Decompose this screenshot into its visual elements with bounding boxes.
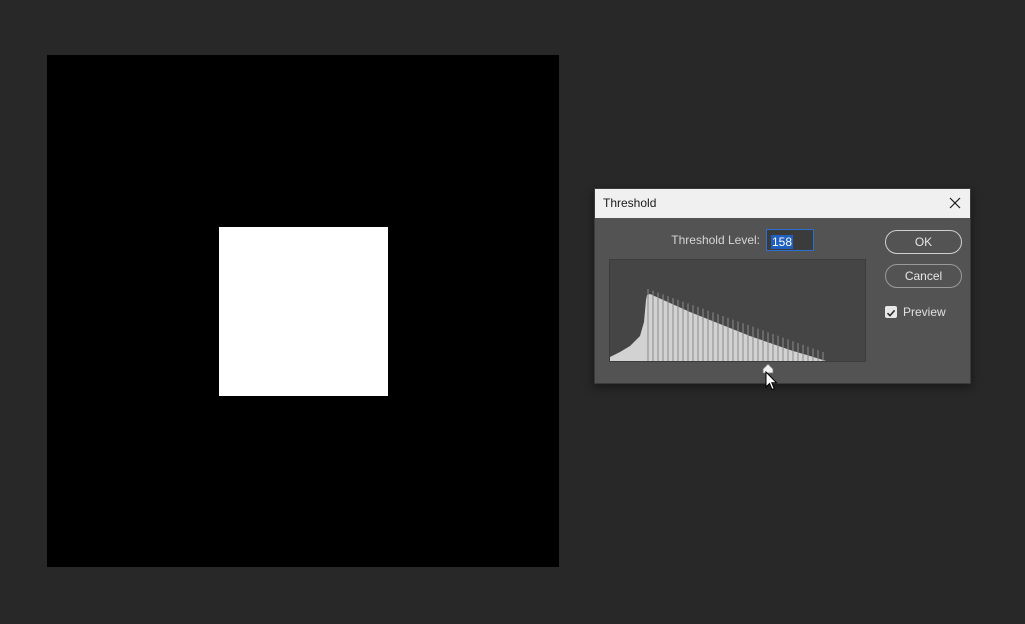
- checkmark-icon: [886, 309, 896, 317]
- dialog-title: Threshold: [603, 196, 657, 210]
- cancel-button[interactable]: Cancel: [885, 264, 962, 288]
- ok-button[interactable]: OK: [885, 230, 962, 254]
- preview-checkbox[interactable]: [885, 306, 897, 318]
- threshold-level-label: Threshold Level:: [671, 233, 760, 247]
- close-icon: [949, 197, 961, 209]
- white-square-shape: [219, 227, 388, 396]
- arrow-cursor-icon: [765, 371, 778, 391]
- close-button[interactable]: [944, 192, 966, 214]
- threshold-level-input[interactable]: 158: [766, 229, 814, 251]
- threshold-dialog: Threshold Threshold Level: 158 OK Cancel…: [594, 188, 971, 384]
- workspace: Threshold Threshold Level: 158 OK Cancel…: [0, 0, 1025, 624]
- histogram: [609, 259, 866, 362]
- dialog-titlebar[interactable]: Threshold: [595, 189, 970, 218]
- threshold-level-value: 158: [771, 235, 794, 249]
- threshold-slider[interactable]: [609, 363, 866, 375]
- preview-label: Preview: [903, 305, 946, 319]
- histogram-graph: [610, 289, 826, 361]
- document-canvas[interactable]: [47, 55, 559, 567]
